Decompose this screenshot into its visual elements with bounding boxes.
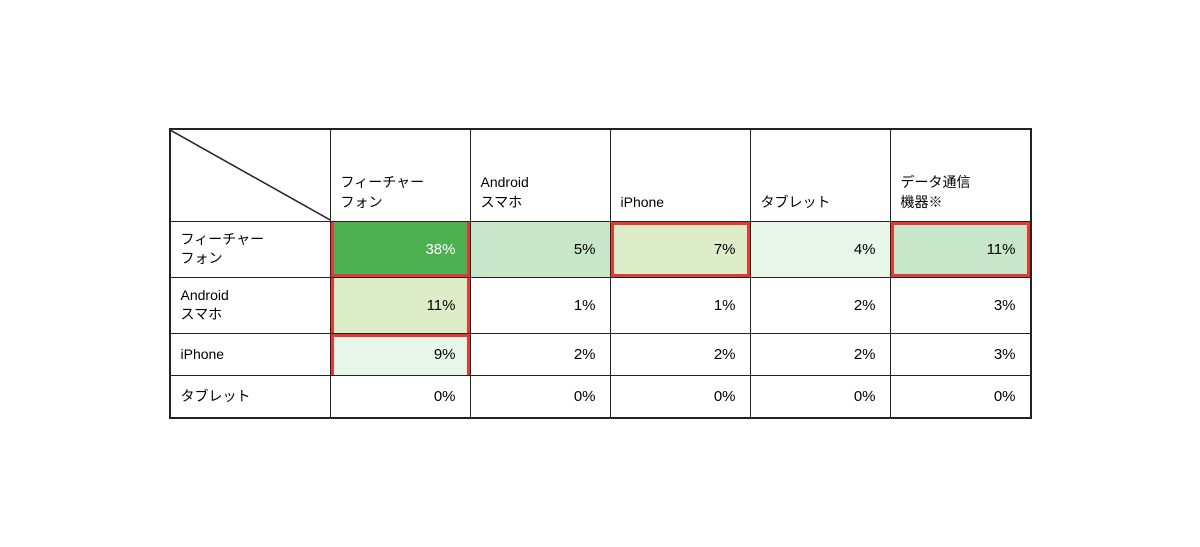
table-row: フィーチャーフォン38%5%7%4%11%: [170, 221, 1030, 277]
cell-r0-c3: 4%: [750, 221, 890, 277]
table-row: タブレット0%0%0%0%0%: [170, 375, 1030, 417]
row-header-0: フィーチャーフォン: [170, 221, 330, 277]
cell-r0-c0: 38%: [330, 221, 470, 277]
table-row: Androidスマホ11%1%1%2%3%: [170, 277, 1030, 333]
cell-r1-c4: 3%: [890, 277, 1030, 333]
table-body: フィーチャーフォン38%5%7%4%11%Androidスマホ11%1%1%2%…: [170, 221, 1030, 417]
cell-r2-c1: 2%: [470, 333, 610, 375]
table-row: iPhone9%2%2%2%3%: [170, 333, 1030, 375]
cell-r1-c0: 11%: [330, 277, 470, 333]
cell-r0-c4: 11%: [890, 221, 1030, 277]
row-header-1: Androidスマホ: [170, 277, 330, 333]
col-header-3: タブレット: [750, 130, 890, 221]
cell-r2-c4: 3%: [890, 333, 1030, 375]
col-header-4: データ通信機器※: [890, 130, 1030, 221]
data-table: フィーチャーフォン Androidスマホ iPhone タブレット データ通信機…: [170, 129, 1031, 418]
row-header-2: iPhone: [170, 333, 330, 375]
cell-r3-c2: 0%: [610, 375, 750, 417]
col-header-2: iPhone: [610, 130, 750, 221]
cell-r0-c1: 5%: [470, 221, 610, 277]
cell-r2-c0: 9%: [330, 333, 470, 375]
cell-r0-c2: 7%: [610, 221, 750, 277]
header-row: フィーチャーフォン Androidスマホ iPhone タブレット データ通信機…: [170, 130, 1030, 221]
corner-cell: [170, 130, 330, 221]
cell-r3-c4: 0%: [890, 375, 1030, 417]
cell-r3-c1: 0%: [470, 375, 610, 417]
col-header-1: Androidスマホ: [470, 130, 610, 221]
cell-r1-c1: 1%: [470, 277, 610, 333]
cell-r3-c3: 0%: [750, 375, 890, 417]
row-header-3: タブレット: [170, 375, 330, 417]
cell-r1-c2: 1%: [610, 277, 750, 333]
col-header-0: フィーチャーフォン: [330, 130, 470, 221]
main-table-wrapper: フィーチャーフォン Androidスマホ iPhone タブレット データ通信機…: [169, 128, 1032, 419]
cell-r2-c2: 2%: [610, 333, 750, 375]
cell-r1-c3: 2%: [750, 277, 890, 333]
cell-r2-c3: 2%: [750, 333, 890, 375]
cell-r3-c0: 0%: [330, 375, 470, 417]
